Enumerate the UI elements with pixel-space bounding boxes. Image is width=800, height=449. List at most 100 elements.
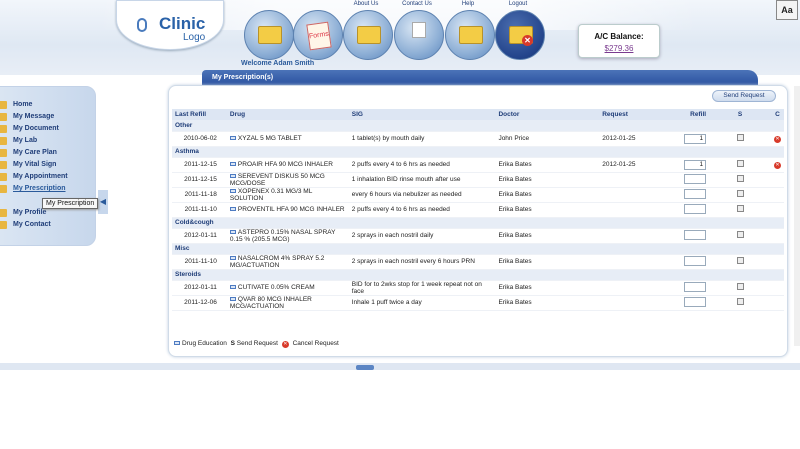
drug-education-icon[interactable] bbox=[229, 188, 236, 193]
drug-name[interactable]: ASTEPRO 0.15% NASAL SPRAY 0.15 % (205.5 … bbox=[230, 229, 335, 243]
drug-cell[interactable]: PROAIR HFA 90 MCG INHALER bbox=[226, 157, 349, 173]
send-checkbox[interactable] bbox=[736, 190, 744, 197]
appointment-icon bbox=[0, 173, 7, 181]
drug-education-icon[interactable] bbox=[229, 229, 236, 234]
request-cell bbox=[599, 187, 666, 203]
nav-about-button[interactable] bbox=[343, 10, 393, 60]
send-checkbox[interactable] bbox=[736, 205, 744, 212]
drug-cell[interactable]: NASALCROM 4% SPRAY 5.2 MG/ACTUATION bbox=[226, 254, 349, 270]
refill-input[interactable] bbox=[684, 255, 707, 266]
sidebar-item-home[interactable]: Home bbox=[13, 101, 32, 108]
drug-cell[interactable]: XYZAL 5 MG TABLET bbox=[226, 131, 349, 147]
refill-input[interactable] bbox=[684, 281, 707, 292]
drug-name[interactable]: XYZAL 5 MG TABLET bbox=[238, 135, 302, 142]
request-cell: 2012-01-25 bbox=[599, 157, 666, 173]
sidebar-item-message[interactable]: My Message bbox=[13, 113, 54, 120]
col-request[interactable]: Request bbox=[599, 109, 666, 120]
drug-education-icon[interactable] bbox=[229, 136, 236, 141]
drug-name[interactable]: XOPENEX 0.31 MG/3 ML SOLUTION bbox=[230, 188, 312, 202]
drug-education-icon[interactable] bbox=[229, 173, 236, 178]
send-checkbox[interactable] bbox=[736, 298, 744, 305]
refill-input[interactable] bbox=[684, 188, 707, 199]
sidebar-item-profile[interactable]: My Profile bbox=[13, 209, 46, 216]
sidebar: Home My Message My Document My Lab My Ca… bbox=[0, 86, 96, 246]
balance-value-link[interactable]: $279.36 bbox=[579, 44, 659, 53]
sidebar-item-document[interactable]: My Document bbox=[13, 125, 59, 132]
refill-input[interactable] bbox=[684, 173, 707, 184]
contact-icon bbox=[0, 221, 7, 229]
nav-help-button[interactable] bbox=[445, 10, 495, 60]
drug-cell[interactable]: CUTIVATE 0.05% CREAM bbox=[226, 280, 349, 296]
col-sig[interactable]: SIG bbox=[348, 109, 496, 120]
page-scrollbar[interactable] bbox=[794, 86, 800, 346]
nav-forms-button[interactable]: Forms bbox=[293, 10, 343, 60]
col-last-refill[interactable]: Last Refill bbox=[172, 109, 227, 120]
drug-education-icon[interactable] bbox=[229, 285, 236, 290]
page-indicator[interactable] bbox=[356, 365, 374, 370]
cancel-cell bbox=[771, 202, 784, 218]
sig-cell: 1 tablet(s) by mouth daily bbox=[348, 131, 496, 147]
category-row: Asthma bbox=[172, 146, 784, 158]
col-drug[interactable]: Drug bbox=[226, 109, 349, 120]
col-refill[interactable]: Refill bbox=[665, 109, 710, 120]
sidebar-item-prescription[interactable]: My Prescription bbox=[13, 185, 66, 192]
cancel-cell: ✕ bbox=[771, 157, 784, 173]
drug-name[interactable]: NASALCROM 4% SPRAY 5.2 MG/ACTUATION bbox=[230, 255, 324, 269]
nav-logout-label[interactable]: Logout bbox=[490, 1, 546, 7]
cancel-icon[interactable]: ✕ bbox=[774, 135, 781, 143]
sidebar-item-lab[interactable]: My Lab bbox=[13, 137, 37, 144]
drug-name[interactable]: PROVENTIL HFA 90 MCG INHALER bbox=[238, 206, 345, 213]
font-size-toggle[interactable]: Aa bbox=[776, 0, 798, 20]
drug-name[interactable]: PROAIR HFA 90 MCG INHALER bbox=[238, 161, 333, 168]
refill-input[interactable]: 1 bbox=[684, 159, 707, 170]
drug-name[interactable]: CUTIVATE 0.05% CREAM bbox=[238, 284, 315, 291]
sidebar-item-appointment[interactable]: My Appointment bbox=[13, 173, 68, 180]
drug-education-icon[interactable] bbox=[229, 207, 236, 212]
col-doctor[interactable]: Doctor bbox=[495, 109, 600, 120]
refill-input[interactable]: 1 bbox=[684, 133, 707, 144]
drug-cell[interactable]: XOPENEX 0.31 MG/3 ML SOLUTION bbox=[226, 187, 349, 203]
drug-cell[interactable]: SEREVENT DISKUS 50 MCG MCG/DOSE bbox=[226, 172, 349, 188]
nav-help-label[interactable]: Help bbox=[440, 1, 496, 7]
send-checkbox[interactable] bbox=[736, 175, 744, 182]
col-send[interactable]: S bbox=[709, 109, 771, 120]
drug-education-icon[interactable] bbox=[229, 296, 236, 301]
request-cell bbox=[599, 280, 666, 296]
cancel-cell bbox=[771, 254, 784, 270]
refill-input[interactable] bbox=[684, 296, 707, 307]
sidebar-collapse-button[interactable]: ◀ bbox=[98, 190, 108, 214]
drug-name[interactable]: QVAR 80 MCG INHALER MCG/ACTUATION bbox=[230, 296, 312, 310]
refill-cell: 1 bbox=[665, 157, 710, 173]
send-checkbox[interactable] bbox=[736, 134, 744, 141]
doctor-cell: Erika Bates bbox=[495, 172, 600, 188]
send-checkbox[interactable] bbox=[736, 283, 744, 290]
nav-logout-button[interactable]: ✕ bbox=[495, 10, 545, 60]
nav-home-button[interactable] bbox=[244, 10, 294, 60]
sidebar-item-care-plan[interactable]: My Care Plan bbox=[13, 149, 57, 156]
nav-contact-button[interactable] bbox=[394, 10, 444, 60]
sidebar-item-vital-sign[interactable]: My Vital Sign bbox=[13, 161, 56, 168]
drug-cell[interactable]: ASTEPRO 0.15% NASAL SPRAY 0.15 % (205.5 … bbox=[226, 228, 349, 244]
refill-input[interactable] bbox=[684, 229, 707, 240]
drug-cell[interactable]: PROVENTIL HFA 90 MCG INHALER bbox=[226, 202, 349, 218]
drug-name[interactable]: SEREVENT DISKUS 50 MCG MCG/DOSE bbox=[230, 173, 325, 187]
send-checkbox[interactable] bbox=[736, 257, 744, 264]
home-icon bbox=[0, 101, 7, 109]
category-row: Other bbox=[172, 120, 784, 132]
drug-education-icon[interactable] bbox=[229, 255, 236, 260]
prescription-table: Last Refill Drug SIG Doctor Request Refi… bbox=[172, 109, 784, 311]
send-checkbox[interactable] bbox=[736, 231, 744, 238]
drug-cell[interactable]: QVAR 80 MCG INHALER MCG/ACTUATION bbox=[226, 295, 349, 311]
nav-contact-label[interactable]: Contact Us bbox=[389, 1, 445, 7]
send-request-button[interactable]: Send Request bbox=[712, 90, 776, 102]
drug-education-icon[interactable] bbox=[229, 162, 236, 167]
sidebar-item-contact[interactable]: My Contact bbox=[13, 221, 51, 228]
doctor-cell: Erika Bates bbox=[495, 295, 600, 311]
cancel-icon[interactable]: ✕ bbox=[774, 161, 781, 169]
send-checkbox[interactable] bbox=[736, 160, 744, 167]
lab-icon bbox=[0, 137, 7, 145]
col-cancel[interactable]: C bbox=[771, 109, 784, 120]
refill-input[interactable] bbox=[684, 203, 707, 214]
nav-about-label[interactable]: About Us bbox=[338, 1, 394, 7]
cancel-cell bbox=[771, 295, 784, 311]
